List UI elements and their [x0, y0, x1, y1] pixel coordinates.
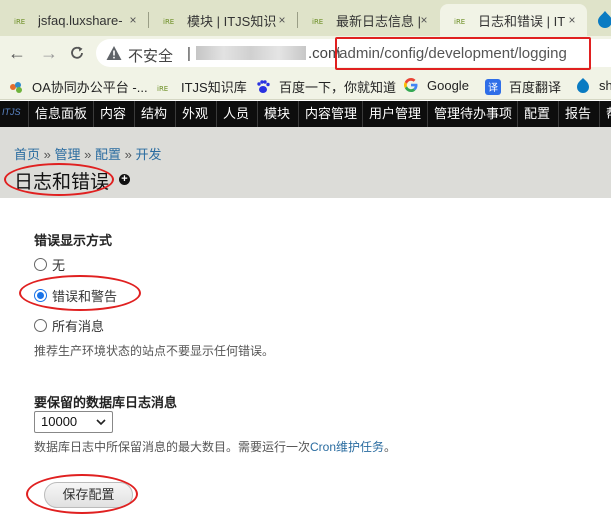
admin-menu-reports[interactable]: 报告: [558, 101, 597, 127]
row-limit-desc-suffix: 。: [384, 440, 397, 454]
itjs-favicon-icon: iRE: [454, 18, 465, 26]
tab-logging-errors[interactable]: iRE 日志和错误 | IT ×: [440, 4, 587, 36]
drupal-icon: [577, 78, 589, 93]
breadcrumb-development[interactable]: 开发: [136, 147, 162, 162]
itjs-icon: iRE: [157, 85, 168, 93]
admin-menu-content-management[interactable]: 内容管理: [298, 101, 363, 127]
radio-button[interactable]: [34, 258, 47, 271]
admin-menu-dashboard[interactable]: 信息面板: [28, 101, 93, 127]
admin-menu-people[interactable]: 人员: [216, 101, 255, 127]
radio-option-none[interactable]: 无: [34, 255, 65, 274]
admin-menu-user-management[interactable]: 用户管理: [362, 101, 427, 127]
admin-menu-configuration[interactable]: 配置: [517, 101, 556, 127]
baidu-icon: [257, 79, 270, 93]
svg-text:iRE: iRE: [312, 18, 323, 26]
admin-menu-modules[interactable]: 模块: [257, 101, 296, 127]
forward-arrow-icon[interactable]: →: [38, 42, 60, 64]
error-display-description: 推荐生产环境状态的站点不要显示任何错误。: [34, 344, 275, 358]
tab-jsfaq[interactable]: iRE jsfaq.luxshare- ×: [0, 4, 148, 36]
bookmark-baidu[interactable]: 百度一下，你就知道: [255, 77, 396, 96]
tab-close-icon[interactable]: ×: [126, 13, 140, 27]
radio-option-all-messages[interactable]: 所有消息: [34, 316, 104, 335]
admin-menu-appearance[interactable]: 外观: [175, 101, 214, 127]
bookmark-label: ITJS知识库: [181, 80, 247, 95]
admin-menu-pending-tasks[interactable]: 管理待办事项: [427, 101, 518, 127]
annotation-url-highlight: [335, 37, 591, 70]
address-separator: |: [187, 45, 191, 62]
admin-menu-structure[interactable]: 结构: [134, 101, 173, 127]
bookmark-label: 百度翻译: [509, 80, 562, 95]
bookmark-baidu-translate[interactable]: 译 百度翻译: [485, 77, 561, 96]
tab-label: 模块 | ITJS知识: [187, 13, 277, 29]
svg-text:iRE: iRE: [163, 18, 174, 26]
oa-icon: [10, 81, 22, 93]
itjs-favicon-icon: iRE: [14, 18, 25, 26]
radio-button[interactable]: [34, 319, 47, 332]
bookmark-label: sh: [599, 77, 611, 93]
bookmark-oa[interactable]: OA协同办公平台 -...: [8, 77, 148, 96]
admin-menu-bar: ITJS 信息面板 内容 结构 外观 人员 模块 内容管理 用户管理 管理待办事…: [0, 101, 611, 127]
bookmark-google[interactable]: Google: [403, 77, 469, 93]
annotation-title-highlight: [4, 163, 114, 196]
baidu-translate-icon: 译: [485, 78, 501, 95]
bookmark-label: 百度一下，你就知道: [279, 80, 397, 95]
radio-label: 所有消息: [52, 319, 105, 334]
admin-menu-content[interactable]: 内容: [93, 101, 132, 127]
drupal-tab-icon[interactable]: [596, 10, 611, 28]
back-arrow-icon[interactable]: ←: [6, 42, 28, 64]
add-shortcut-icon[interactable]: +: [119, 174, 130, 185]
tab-label: 日志和错误 | IT: [478, 13, 566, 29]
bookmark-label: OA协同办公平台 -...: [32, 80, 148, 95]
tab-close-icon[interactable]: ×: [417, 13, 431, 27]
row-limit-select[interactable]: 10000: [34, 411, 113, 433]
cron-link[interactable]: Cron维护任务: [310, 440, 384, 454]
tab-label: jsfaq.luxshare-: [38, 12, 123, 28]
breadcrumb: 首页 » 管理 » 配置 » 开发: [14, 144, 162, 163]
tab-recent-logs[interactable]: iRE 最新日志信息 | ×: [298, 4, 439, 36]
bookmark-itjs[interactable]: iRE ITJS知识库: [157, 77, 247, 96]
bookmark-drupal[interactable]: sh: [575, 77, 611, 93]
tab-close-icon[interactable]: ×: [565, 13, 579, 27]
svg-text:iRE: iRE: [157, 85, 168, 93]
svg-text:iRE: iRE: [14, 18, 25, 26]
google-icon: [404, 78, 418, 92]
breadcrumb-config[interactable]: 配置: [95, 147, 121, 162]
tab-label: 最新日志信息 |: [336, 13, 421, 29]
chevron-down-icon: [96, 419, 106, 426]
annotation-radio-highlight: [19, 275, 141, 311]
row-limit-description: 数据库日志中所保留消息的最大数目。需要运行一次Cron维护任务。: [34, 438, 396, 455]
admin-logo[interactable]: ITJS: [2, 107, 21, 117]
tab-modules[interactable]: iRE 模块 | ITJS知识 ×: [149, 4, 297, 36]
svg-text:iRE: iRE: [454, 18, 465, 26]
itjs-favicon-icon: iRE: [163, 18, 174, 26]
row-limit-label: 要保留的数据库日志消息: [34, 395, 178, 410]
radio-label: 无: [52, 258, 66, 273]
breadcrumb-separator: »: [43, 147, 51, 162]
tab-close-icon[interactable]: ×: [275, 13, 289, 27]
bookmark-label: Google: [427, 77, 469, 93]
breadcrumb-separator: »: [124, 147, 132, 162]
error-display-label: 错误显示方式: [34, 233, 113, 248]
row-limit-value: 10000: [41, 414, 78, 429]
insecure-label: 不安全: [128, 48, 174, 65]
annotation-save-highlight: [26, 474, 138, 514]
tab-strip: iRE jsfaq.luxshare- × iRE 模块 | ITJS知识 × …: [0, 0, 611, 36]
breadcrumb-separator: »: [84, 147, 92, 162]
itjs-favicon-icon: iRE: [312, 18, 323, 26]
warning-triangle-icon[interactable]: [106, 45, 122, 61]
admin-menu-help[interactable]: 帮: [599, 101, 611, 127]
row-limit-desc-text: 数据库日志中所保留消息的最大数目。需要运行一次: [34, 440, 311, 454]
svg-text:译: 译: [488, 82, 498, 94]
breadcrumb-admin[interactable]: 管理: [55, 147, 81, 162]
reload-icon[interactable]: [68, 44, 86, 62]
redacted-domain: [196, 46, 306, 60]
bookmarks-bar: OA协同办公平台 -... iRE ITJS知识库 百度一下，你就知道 Goog…: [0, 70, 611, 100]
breadcrumb-home[interactable]: 首页: [14, 147, 40, 162]
